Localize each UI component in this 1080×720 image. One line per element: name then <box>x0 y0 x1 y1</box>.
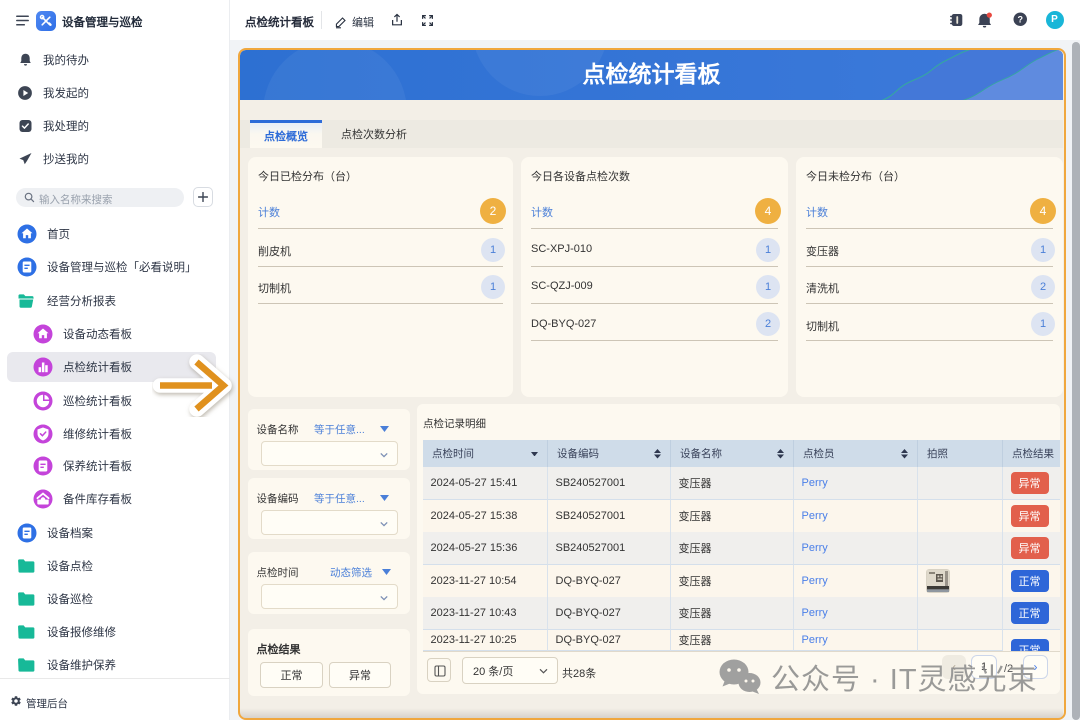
svg-text:?: ? <box>1017 15 1023 25</box>
